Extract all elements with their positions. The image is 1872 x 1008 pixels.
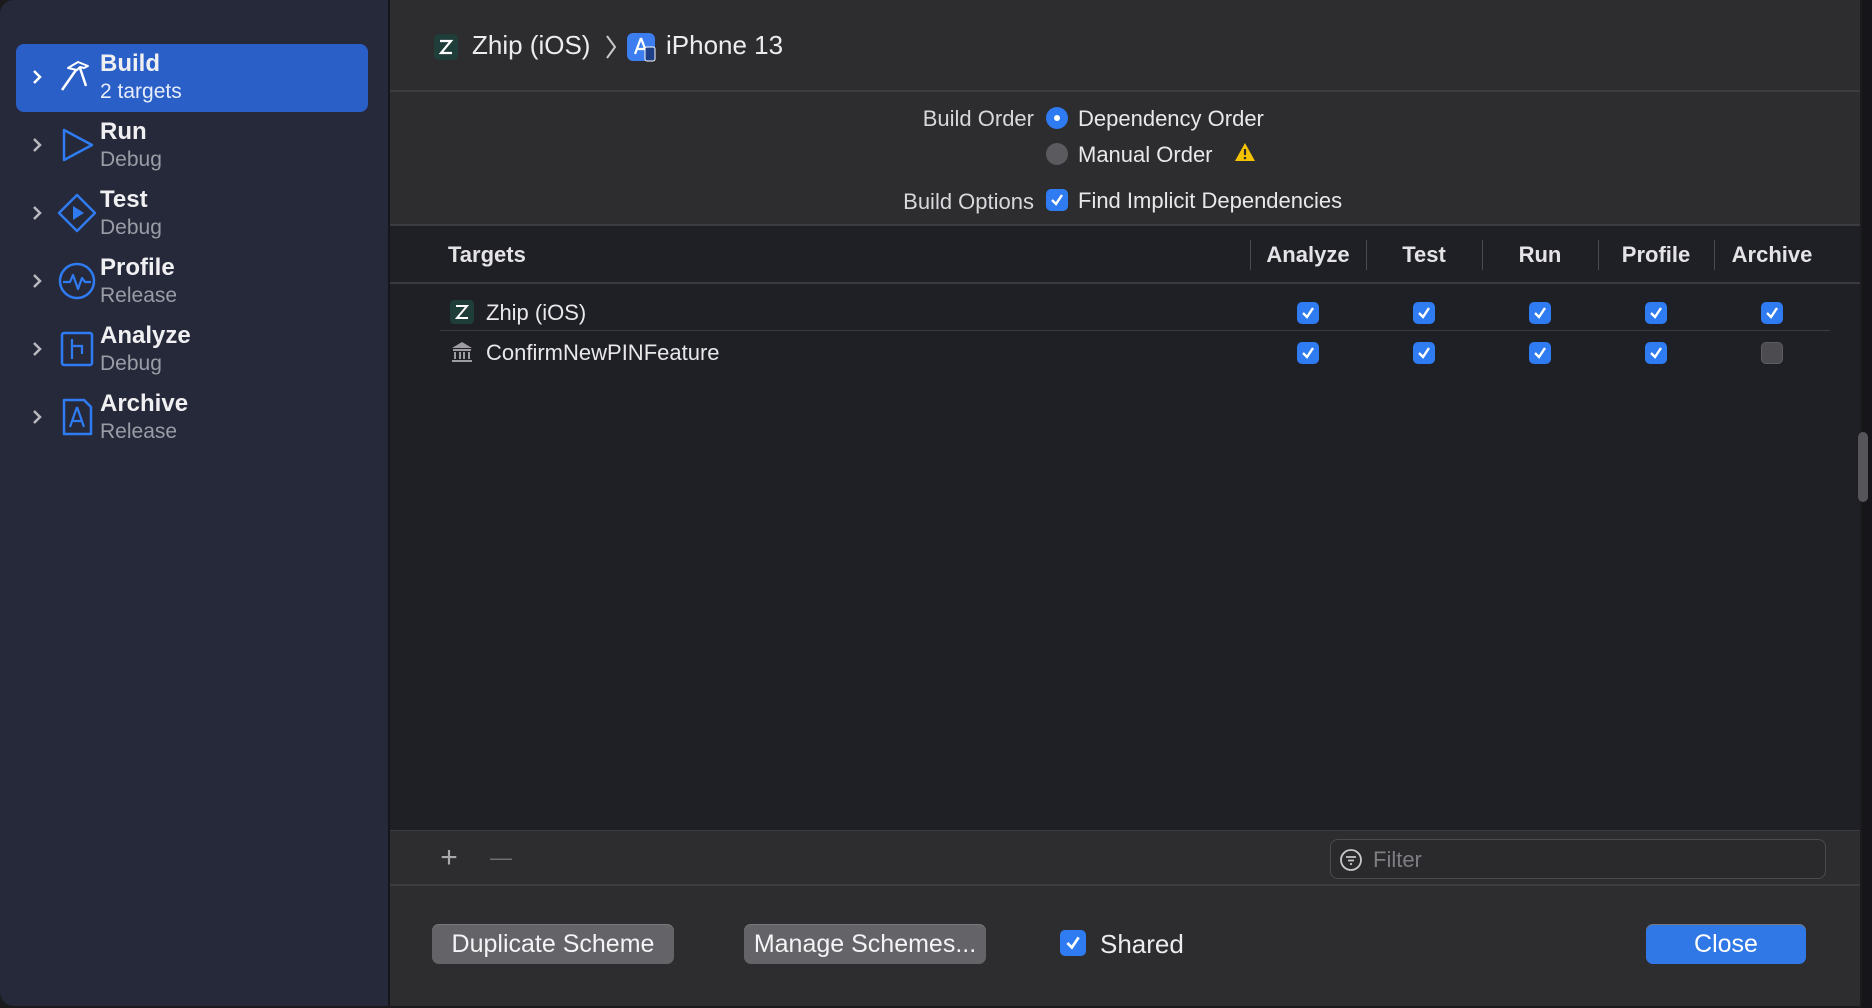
analyze-checkbox[interactable]: [1297, 342, 1319, 364]
sidebar-item-subtitle: Debug: [100, 148, 162, 171]
manual-order-radio[interactable]: [1046, 143, 1068, 165]
targets-toolbar: + — Filter: [390, 830, 1860, 885]
run-checkbox[interactable]: [1529, 302, 1551, 324]
sidebar-item-build[interactable]: Build 2 targets: [16, 44, 368, 112]
column-header-targets[interactable]: Targets: [448, 242, 526, 268]
dependency-order-radio[interactable]: [1046, 107, 1068, 129]
dependency-order-label[interactable]: Dependency Order: [1078, 106, 1264, 132]
analyze-icon: [60, 331, 94, 367]
add-target-button[interactable]: +: [432, 841, 466, 875]
profile-checkbox[interactable]: [1645, 342, 1667, 364]
target-name[interactable]: Zhip (iOS): [486, 300, 586, 326]
sidebar-item-subtitle: 2 targets: [100, 80, 182, 103]
find-implicit-dependencies-label[interactable]: Find Implicit Dependencies: [1078, 188, 1342, 214]
build-order-label: Build Order: [922, 106, 1034, 131]
column-header-profile[interactable]: Profile: [1598, 242, 1714, 268]
column-header-analyze[interactable]: Analyze: [1250, 242, 1366, 268]
shared-label[interactable]: Shared: [1100, 929, 1184, 960]
warning-icon: [1235, 143, 1255, 161]
filter-icon: [1340, 849, 1362, 871]
chevron-right-icon[interactable]: [26, 338, 48, 360]
sidebar-item-title: Analyze: [100, 322, 191, 349]
sidebar-item-run[interactable]: Run Debug: [16, 112, 368, 180]
archive-checkbox[interactable]: [1761, 342, 1783, 364]
waveform-icon: [58, 262, 96, 300]
framework-icon: [452, 342, 472, 362]
play-icon: [62, 128, 94, 162]
background-scrollbar[interactable]: [1858, 432, 1868, 502]
scheme-editor-panel: Zhip (iOS) iPhone 13 Build Order Depende…: [390, 0, 1860, 1006]
row-divider: [440, 330, 1830, 331]
sidebar-item-title: Test: [100, 186, 148, 213]
chevron-right-icon[interactable]: [26, 270, 48, 292]
column-header-test[interactable]: Test: [1366, 242, 1482, 268]
column-header-archive[interactable]: Archive: [1714, 242, 1830, 268]
sidebar-item-title: Archive: [100, 390, 189, 417]
archive-icon: [62, 398, 93, 436]
targets-table: Targets Analyze Test Run Profile Archive…: [390, 224, 1860, 832]
sidebar-item-test[interactable]: Test Debug: [16, 180, 368, 248]
table-header-divider: [390, 282, 1860, 284]
sidebar-item-archive[interactable]: Archive Release: [16, 384, 368, 452]
test-checkbox[interactable]: [1413, 342, 1435, 364]
app-target-icon: [450, 300, 474, 324]
find-implicit-dependencies-checkbox[interactable]: [1046, 189, 1068, 211]
project-icon: [434, 34, 458, 60]
breadcrumb-separator-icon: [606, 35, 617, 59]
simulator-device-icon: [627, 33, 656, 62]
sidebar-item-analyze[interactable]: Analyze Debug: [16, 316, 368, 384]
scheme-breadcrumb: Zhip (iOS) iPhone 13: [390, 0, 1860, 92]
target-name[interactable]: ConfirmNewPINFeature: [486, 340, 720, 366]
chevron-right-icon[interactable]: [26, 66, 48, 88]
sidebar-item-title: Run: [100, 118, 147, 145]
sidebar-item-profile[interactable]: Profile Release: [16, 248, 368, 316]
filter-field[interactable]: Filter: [1330, 839, 1826, 879]
chevron-right-icon[interactable]: [26, 406, 48, 428]
shared-checkbox[interactable]: [1060, 930, 1086, 956]
test-diamond-icon: [57, 193, 97, 233]
sidebar-item-title: Build: [100, 50, 160, 77]
archive-checkbox[interactable]: [1761, 302, 1783, 324]
remove-target-button[interactable]: —: [484, 841, 518, 875]
build-options-label: Build Options: [903, 189, 1034, 214]
sidebar-item-subtitle: Debug: [100, 216, 162, 239]
breadcrumb-device[interactable]: iPhone 13: [666, 30, 783, 61]
column-header-run[interactable]: Run: [1482, 242, 1598, 268]
sidebar-item-title: Profile: [100, 254, 175, 281]
sidebar-item-subtitle: Release: [100, 284, 178, 307]
test-checkbox[interactable]: [1413, 302, 1435, 324]
analyze-checkbox[interactable]: [1297, 302, 1319, 324]
scheme-footer: Duplicate Scheme Manage Schemes... Share…: [390, 884, 1860, 1008]
sidebar-item-subtitle: Release: [100, 420, 178, 443]
profile-checkbox[interactable]: [1645, 302, 1667, 324]
scheme-actions-sidebar: Build 2 targets Run Debug Test Debug Pro…: [0, 0, 390, 1006]
manual-order-label[interactable]: Manual Order: [1078, 142, 1213, 168]
sidebar-item-subtitle: Debug: [100, 352, 162, 375]
chevron-right-icon[interactable]: [26, 134, 48, 156]
run-checkbox[interactable]: [1529, 342, 1551, 364]
close-button[interactable]: Close: [1646, 924, 1806, 964]
breadcrumb-project[interactable]: Zhip (iOS): [472, 30, 590, 61]
manage-schemes-button[interactable]: Manage Schemes...: [744, 924, 986, 964]
duplicate-scheme-button[interactable]: Duplicate Scheme: [432, 924, 674, 964]
hammer-icon: [60, 61, 89, 91]
filter-placeholder: Filter: [1373, 847, 1422, 872]
window-edge: [1862, 0, 1872, 1008]
chevron-right-icon[interactable]: [26, 202, 48, 224]
